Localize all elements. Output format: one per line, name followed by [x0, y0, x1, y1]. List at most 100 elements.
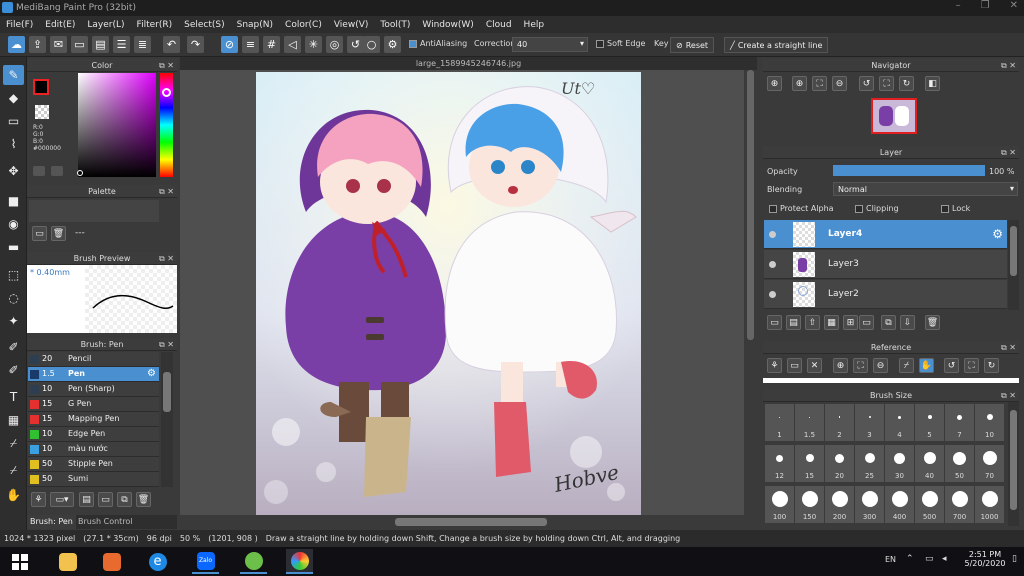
scroll-thumb[interactable]	[1010, 226, 1017, 276]
canvas-artwork[interactable]: Ut♡ Hobve	[256, 72, 641, 515]
tab-brush-control[interactable]: Brush Control	[75, 515, 136, 529]
medibang-taskbar-icon[interactable]	[286, 549, 313, 574]
brush-add-icon[interactable]: ⚘	[31, 492, 46, 507]
curve-snap-icon[interactable]: ↺	[347, 36, 364, 53]
layer-row-layer4[interactable]: Layer4 ⚙	[764, 220, 1007, 249]
fit-icon[interactable]: ⛶	[812, 76, 827, 91]
sv-cursor[interactable]	[77, 170, 83, 176]
tray-chevron-icon[interactable]: ⌃	[906, 554, 914, 564]
lasso-tool-icon[interactable]: ◌	[3, 288, 24, 308]
brush-item[interactable]: 1.5 Pen ⚙	[28, 367, 159, 382]
menu-snap[interactable]: Snap(N)	[237, 20, 273, 30]
reference-open-icon[interactable]: ⚘	[767, 358, 782, 373]
saturation-value-picker[interactable]	[78, 73, 156, 177]
ellipse-snap-icon[interactable]: ○	[363, 36, 380, 53]
brush-size-cell[interactable]: 10	[975, 404, 1004, 441]
duplicate-layer-icon[interactable]: ⧉	[881, 315, 896, 330]
zoom-in-2-icon[interactable]: ⊕	[792, 76, 807, 91]
save-icon[interactable]: ▤	[92, 36, 109, 53]
eraser-tool-icon[interactable]: ◆	[3, 88, 24, 108]
comment-icon[interactable]: ✉	[50, 36, 67, 53]
divide-tool-icon[interactable]: ▦	[3, 410, 24, 430]
palette-swatches[interactable]	[29, 200, 159, 222]
bucket-tool-icon[interactable]: ◉	[3, 214, 24, 234]
brush-duplicate-icon[interactable]: ⧉	[117, 492, 132, 507]
scroll-thumb[interactable]	[747, 70, 754, 340]
windows-start-icon[interactable]	[6, 549, 33, 574]
brush-size-cell[interactable]: 700	[945, 486, 974, 523]
volume-icon[interactable]: ◂	[942, 554, 947, 564]
brush-size-cell[interactable]: 20	[825, 445, 854, 482]
zalo-icon[interactable]: Zalo	[192, 549, 219, 574]
gear-icon[interactable]: ⚙	[147, 368, 156, 379]
panel-close-icon[interactable]: ⧉ ✕	[159, 252, 174, 265]
primary-color-swatch[interactable]	[33, 79, 49, 95]
reference-folder-icon[interactable]: ▭	[787, 358, 802, 373]
brush-size-cell[interactable]: 400	[885, 486, 914, 523]
gear-icon[interactable]: ⚙	[992, 227, 1003, 241]
vanish-snap-icon[interactable]: ◁	[284, 36, 301, 53]
layer-row-layer2[interactable]: Layer2	[764, 280, 1007, 309]
brush-size-cell[interactable]: 70	[975, 445, 1004, 482]
panel-close-icon[interactable]: ⧉ ✕	[159, 338, 174, 351]
brush-size-cell[interactable]: 300	[855, 486, 884, 523]
hue-cursor[interactable]	[162, 88, 171, 97]
scroll-thumb[interactable]	[395, 518, 547, 526]
lock-checkbox[interactable]	[941, 204, 949, 213]
panel-close-icon[interactable]: ⧉ ✕	[1001, 389, 1016, 402]
brush-size-cell[interactable]: 100	[765, 486, 794, 523]
reference-rotate-right-icon[interactable]: ↻	[984, 358, 999, 373]
zoom-out-icon[interactable]: ⊖	[832, 76, 847, 91]
new-halftone-layer-icon[interactable]: ▤	[786, 315, 801, 330]
brush-delete-icon[interactable]: 🗑	[136, 492, 151, 507]
rotate-right-icon[interactable]: ↻	[899, 76, 914, 91]
brush-item[interactable]: 50 Sumi	[28, 472, 159, 487]
dot-tool-icon[interactable]: ⌇	[3, 134, 24, 154]
magic-wand-icon[interactable]: ✦	[3, 311, 24, 331]
fullscreen-icon[interactable]: ⛶	[879, 76, 894, 91]
transparent-color-swatch[interactable]	[35, 105, 49, 119]
fill-tool-icon[interactable]: ■	[3, 191, 24, 211]
palette-add-icon[interactable]: ▭	[32, 226, 47, 241]
brush-item[interactable]: 15 Mapping Pen	[28, 412, 159, 427]
brush-size-cell[interactable]: 30	[885, 445, 914, 482]
canvas-vertical-scrollbar[interactable]	[744, 70, 757, 515]
panel-close-icon[interactable]: ⧉ ✕	[159, 59, 174, 72]
create-straight-line-button[interactable]: ╱ Create a straight line	[724, 37, 829, 53]
menu-cloud[interactable]: Cloud	[486, 20, 512, 30]
menu-layer[interactable]: Layer(L)	[87, 20, 124, 30]
eye-icon[interactable]	[769, 231, 776, 238]
menu-select[interactable]: Select(S)	[184, 20, 225, 30]
brush-size-cell[interactable]: 1.5	[795, 404, 824, 441]
brush-list-scrollbar[interactable]	[161, 352, 173, 487]
brush-size-scrollbar[interactable]	[1008, 402, 1019, 526]
brush-size-cell[interactable]: 50	[945, 445, 974, 482]
settings-list-icon[interactable]: ☰	[113, 36, 130, 53]
circle-snap-icon[interactable]: ◎	[326, 36, 343, 53]
panel-close-icon[interactable]: ⧉ ✕	[159, 185, 174, 198]
palette-delete-icon[interactable]: 🗑	[51, 226, 66, 241]
opacity-slider[interactable]	[833, 165, 985, 176]
parallel-snap-icon[interactable]: ≡	[242, 36, 259, 53]
scroll-thumb[interactable]	[1010, 410, 1017, 510]
new-8bit-layer-icon[interactable]: ⇧	[805, 315, 820, 330]
menu-color[interactable]: Color(C)	[285, 20, 322, 30]
layer-row-layer3[interactable]: Layer3	[764, 250, 1007, 279]
brush-item[interactable]: 20 Pencil	[28, 352, 159, 367]
select-tool-icon[interactable]: ⬚	[3, 265, 24, 285]
snap-settings-icon[interactable]: ⚙	[384, 36, 401, 53]
select-pen-icon[interactable]: ✐	[3, 337, 24, 357]
reference-zoom-in-icon[interactable]: ⊕	[833, 358, 848, 373]
delete-layer-icon[interactable]: 🗑	[925, 315, 940, 330]
brush-item[interactable]: 50 Stipple Pen	[28, 457, 159, 472]
list-icon[interactable]: ≣	[134, 36, 151, 53]
protect-alpha-checkbox[interactable]	[769, 204, 777, 213]
menu-window[interactable]: Window(W)	[422, 20, 473, 30]
text-tool-icon[interactable]: T	[3, 387, 24, 407]
minimize-icon[interactable]: –	[956, 0, 961, 11]
brush-size-cell[interactable]: 3	[855, 404, 884, 441]
select-eraser-icon[interactable]: ✐	[3, 360, 24, 380]
menu-view[interactable]: View(V)	[334, 20, 369, 30]
reference-fit-icon[interactable]: ⛶	[853, 358, 868, 373]
radial-snap-icon[interactable]: ✳	[305, 36, 322, 53]
